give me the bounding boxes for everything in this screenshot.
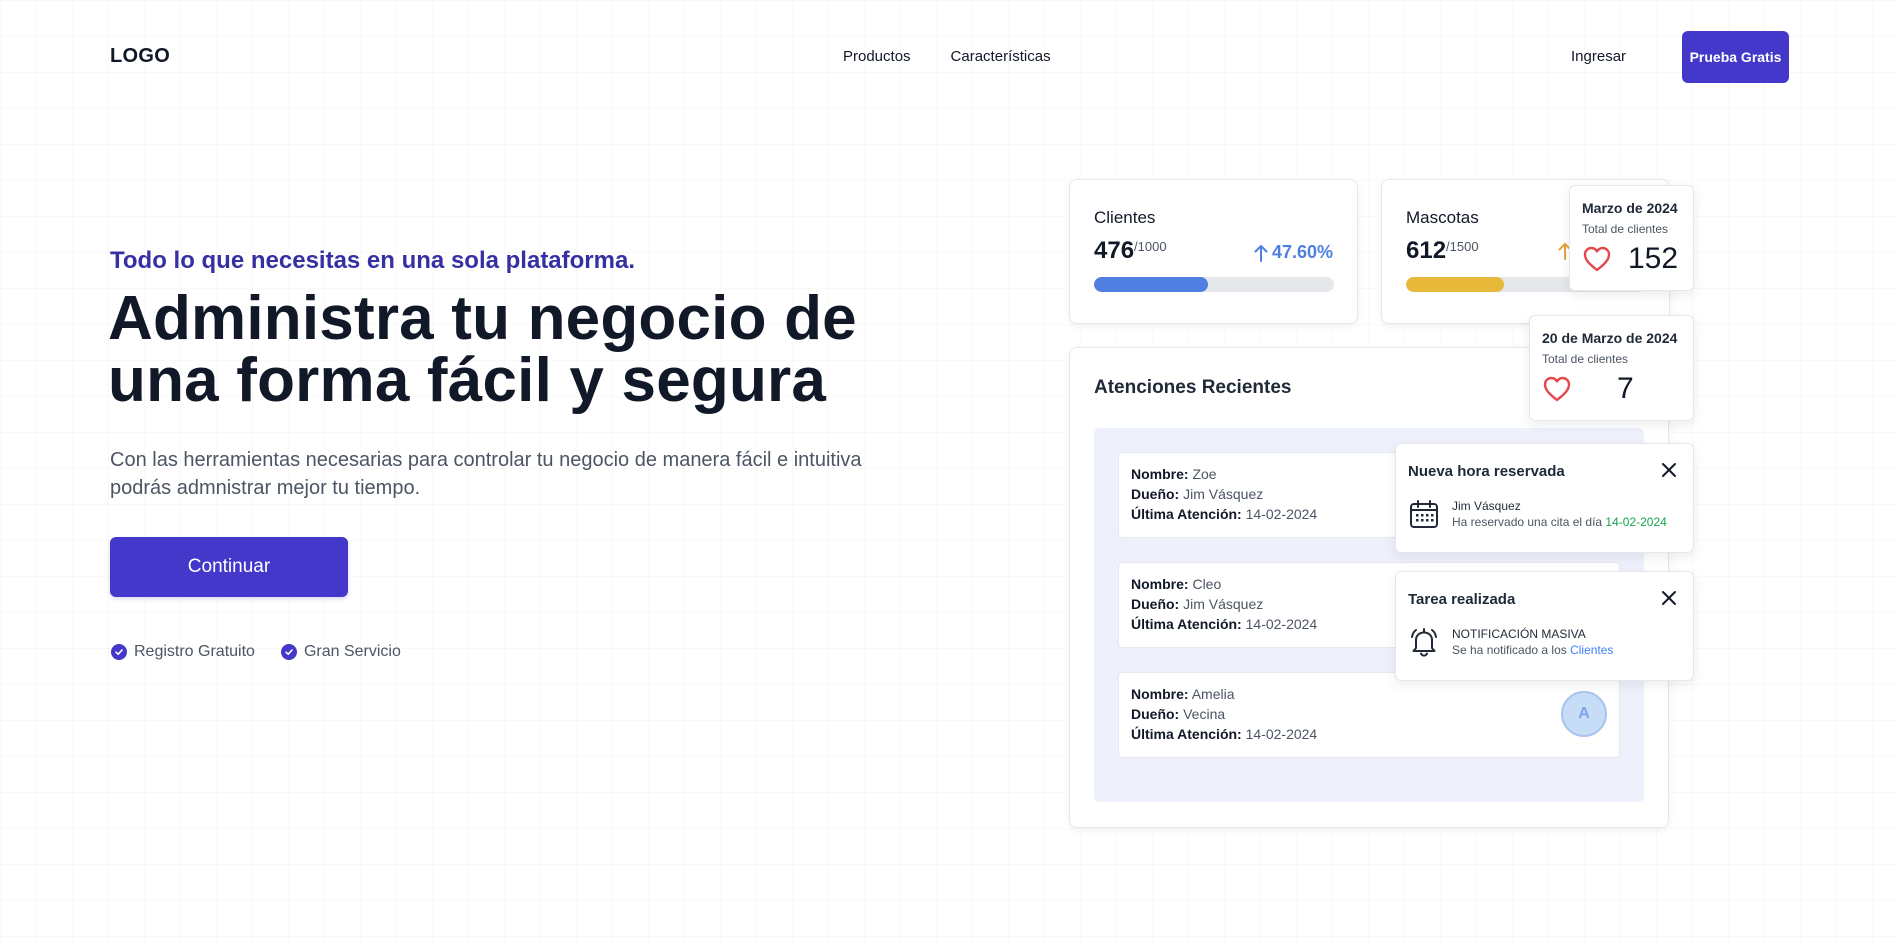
login-link[interactable]: Ingresar xyxy=(1571,48,1626,65)
stat-number: 612 xyxy=(1406,237,1447,264)
check-circle-icon xyxy=(111,644,127,660)
label: Nombre: xyxy=(1131,466,1189,482)
label: Nombre: xyxy=(1131,576,1189,592)
stat-number: 476 xyxy=(1094,237,1135,264)
hero-kicker: Todo lo que necesitas en una sola plataf… xyxy=(110,247,635,274)
notification-text: Se ha notificado a los xyxy=(1452,643,1571,657)
nav-link-caracteristicas[interactable]: Características xyxy=(951,48,1051,65)
label: Dueño: xyxy=(1131,486,1180,502)
record-owner: Vecina xyxy=(1183,706,1226,722)
notification-highlight: 14-02-2024 xyxy=(1605,515,1667,529)
avatar: A xyxy=(1561,691,1607,737)
label: Nombre: xyxy=(1131,686,1189,702)
hero-headline: Administra tu negocio de una forma fácil… xyxy=(108,288,888,412)
notification-title: Nueva hora reservada xyxy=(1408,463,1565,480)
stat-title: Clientes xyxy=(1094,208,1156,227)
notification-link[interactable]: Clientes xyxy=(1570,643,1613,657)
calendar-icon xyxy=(1410,500,1438,528)
headline-line-1: Administra tu negocio de xyxy=(108,284,857,353)
mini-card-subtitle: Total de clientes xyxy=(1582,222,1669,236)
progress-fill xyxy=(1406,277,1504,292)
notification-body: Jim Vásquez Ha reservado una cita el día… xyxy=(1452,498,1667,530)
continue-button[interactable]: Continuar xyxy=(110,537,348,597)
day-total-card: 20 de Marzo de 2024 Total de clientes 7 xyxy=(1529,315,1694,421)
close-icon[interactable] xyxy=(1659,588,1679,608)
arrow-up-icon xyxy=(1254,244,1268,262)
label: Dueño: xyxy=(1131,706,1180,722)
notification-line-1: Jim Vásquez xyxy=(1452,499,1521,513)
mini-card-value: 152 xyxy=(1628,242,1679,275)
record-date: 14-02-2024 xyxy=(1245,616,1318,632)
record-name: Cleo xyxy=(1192,576,1222,592)
notification-text: Ha reservado una cita el día xyxy=(1452,515,1606,529)
bell-icon xyxy=(1411,628,1437,657)
perk-item: Registro Gratuito xyxy=(111,643,255,661)
record-name: Amelia xyxy=(1191,686,1235,702)
notification-line-2: Se ha notificado a los Clientes xyxy=(1452,642,1613,658)
hero-subtitle: Con las herramientas necesarias para con… xyxy=(110,449,862,499)
logo[interactable]: LOGO xyxy=(110,45,170,68)
record-date-line: Última Atención: 14-02-2024 xyxy=(1131,724,1607,744)
progress-fill xyxy=(1094,277,1209,292)
stat-growth: 47.60% xyxy=(1254,242,1333,263)
month-total-card: Marzo de 2024 Total de clientes 152 xyxy=(1569,185,1694,291)
mini-card-title: Marzo de 2024 xyxy=(1582,200,1678,216)
stat-total: /1000 xyxy=(1134,239,1167,254)
record-name-line: Nombre: Amelia xyxy=(1131,684,1607,704)
notification-title: Tarea realizada xyxy=(1408,591,1516,608)
record-date: 14-02-2024 xyxy=(1245,726,1318,742)
headline-line-2: una forma fácil y segura xyxy=(108,346,827,415)
mini-card-subtitle: Total de clientes xyxy=(1542,352,1629,366)
check-circle-icon xyxy=(280,644,297,660)
list-item[interactable]: Nombre: Amelia Dueño: Vecina Última Aten… xyxy=(1118,672,1620,758)
heart-icon xyxy=(1583,246,1611,272)
mini-card-value: 7 xyxy=(1617,372,1634,405)
clients-stat-card: Clientes 476 /1000 47.60% xyxy=(1069,179,1358,324)
main-nav: Productos Características xyxy=(843,48,1051,65)
notification-body: NOTIFICACIÓN MASIVA Se ha notificado a l… xyxy=(1452,626,1613,658)
record-name: Zoe xyxy=(1192,466,1217,482)
notification-card: Nueva hora reservada Jim Vásquez Ha rese… xyxy=(1395,443,1694,553)
label: Última Atención: xyxy=(1131,616,1242,632)
close-icon[interactable] xyxy=(1659,460,1679,480)
progress-bar xyxy=(1094,277,1334,292)
record-date: 14-02-2024 xyxy=(1245,506,1318,522)
stat-total: /1500 xyxy=(1446,239,1479,254)
label: Dueño: xyxy=(1131,596,1180,612)
perk-label: Registro Gratuito xyxy=(134,643,255,660)
heart-icon xyxy=(1543,376,1571,402)
notification-card: Tarea realizada NOTIFICACIÓN MASIVA Se h… xyxy=(1395,571,1694,681)
top-navbar: LOGO Productos Características Ingresar … xyxy=(0,0,1896,114)
record-owner: Jim Vásquez xyxy=(1183,596,1264,612)
stat-value: 476 /1000 xyxy=(1094,237,1167,265)
free-trial-button[interactable]: Prueba Gratis xyxy=(1682,31,1789,83)
notification-line-1: NOTIFICACIÓN MASIVA xyxy=(1452,627,1586,641)
label: Última Atención: xyxy=(1131,726,1242,742)
perks-list: Registro Gratuito Gran Servicio xyxy=(111,643,401,661)
label: Última Atención: xyxy=(1131,506,1242,522)
section-title: Atenciones Recientes xyxy=(1094,377,1292,398)
perk-item: Gran Servicio xyxy=(280,643,401,661)
nav-link-productos[interactable]: Productos xyxy=(843,48,911,65)
notification-line-2: Ha reservado una cita el día 14-02-2024 xyxy=(1452,514,1667,530)
stat-value: 612 /1500 xyxy=(1406,237,1479,265)
record-owner-line: Dueño: Vecina xyxy=(1131,704,1607,724)
record-owner: Jim Vásquez xyxy=(1183,486,1264,502)
stat-title: Mascotas xyxy=(1406,208,1479,227)
growth-value: 47.60% xyxy=(1271,242,1333,262)
perk-label: Gran Servicio xyxy=(303,643,401,660)
mini-card-title: 20 de Marzo de 2024 xyxy=(1542,330,1678,346)
